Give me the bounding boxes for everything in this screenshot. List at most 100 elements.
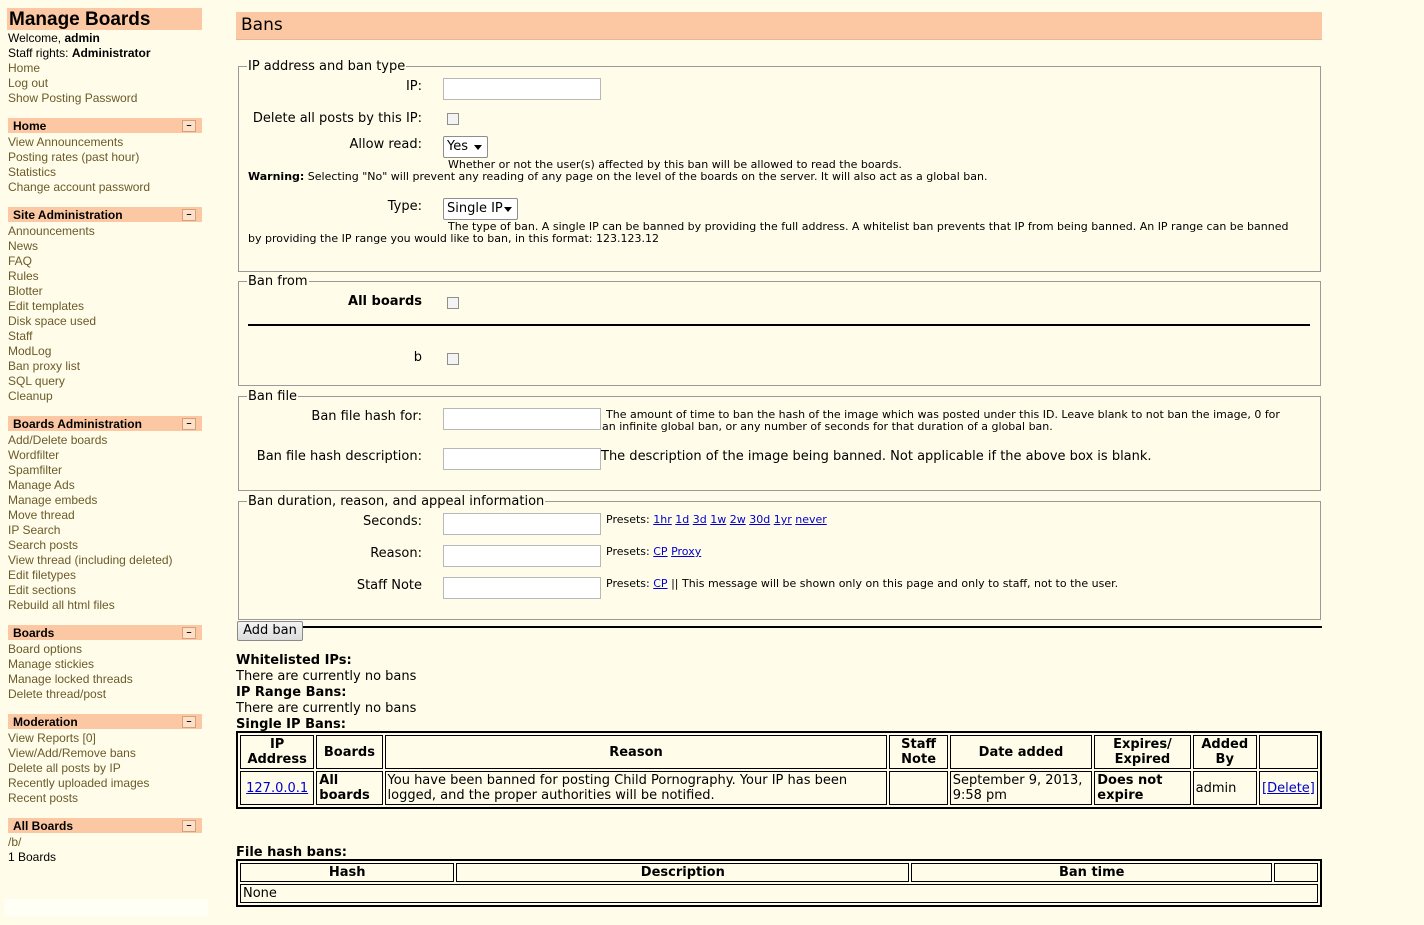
file-hash-bans-table: Hash Description Ban time None [236,859,1322,907]
sidebar-item[interactable]: News [8,239,38,254]
single-ip-bans-table: IP Address Boards Reason Staff Note Date… [236,731,1322,809]
cell-added-by: admin [1192,771,1257,805]
all-boards-checkbox[interactable] [447,297,459,309]
preset-never[interactable]: never [795,513,827,526]
preset-30d[interactable]: 30d [749,513,770,526]
sidebar-item[interactable]: View Reports [0] [8,731,96,746]
sidebar-link-logout[interactable]: Log out [8,76,48,91]
sidebar-item[interactable]: Manage locked threads [8,672,133,687]
preset-cp[interactable]: CP [653,545,667,558]
collapse-icon[interactable]: – [182,820,196,832]
cell-expires: Does not expire [1094,771,1191,805]
sidebar-item[interactable]: Search posts [8,538,78,553]
file-hash-input[interactable] [443,408,601,430]
staff-note-label: Staff Note [356,578,422,593]
col-description: Description [456,863,910,882]
table-row: None [240,884,1318,903]
sidebar-item[interactable]: Statistics [8,165,56,180]
sidebar-link-posting-password[interactable]: Show Posting Password [8,91,137,106]
sidebar-item[interactable]: Delete all posts by IP [8,761,121,776]
collapse-icon[interactable]: – [182,209,196,221]
preset-1hr[interactable]: 1hr [653,513,672,526]
sidebar-item[interactable]: Blotter [8,284,43,299]
sidebar-item[interactable]: Recently uploaded images [8,776,149,791]
sidebar-link-home[interactable]: Home [8,61,40,76]
sidebar-item[interactable]: Recent posts [8,791,78,806]
ip-label: IP: [405,79,422,94]
reason-input[interactable] [443,545,601,567]
board-count: 1 Boards [8,850,57,864]
sidebar-item[interactable]: Edit sections [8,583,76,598]
sidebar-item[interactable]: Staff [8,329,32,344]
staff-note-input[interactable] [443,577,601,599]
sidebar-item[interactable]: Delete thread/post [8,687,106,702]
add-ban-button[interactable]: Add ban [237,621,303,641]
sidebar-item[interactable]: Wordfilter [8,448,59,463]
sidebar-item[interactable]: Manage Ads [8,478,75,493]
sidebar-item[interactable]: Cleanup [8,389,53,404]
staff-note-presets: Presets: CP || This message will be show… [606,577,1119,590]
delete-ban-link[interactable]: [Delete] [1262,781,1315,796]
ban-type-select[interactable]: Single IP [443,198,518,220]
sidebar-item-board-b[interactable]: /b/ [8,835,21,850]
preset-1w[interactable]: 1w [710,513,726,526]
section-header-all-boards[interactable]: All Boards – [8,818,202,833]
section-header-site-administration[interactable]: Site Administration – [8,207,202,222]
sidebar-item[interactable]: Announcements [8,224,95,239]
board-b-label: b [413,350,422,365]
sidebar-item[interactable]: Rebuild all html files [8,598,115,613]
seconds-presets: Presets: 1hr 1d 3d 1w 2w 30d 1yr never [606,513,827,526]
collapse-icon[interactable]: – [182,418,196,430]
sidebar-item[interactable]: View Announcements [8,135,123,150]
sidebar-item[interactable]: Disk space used [8,314,96,329]
delete-posts-checkbox[interactable] [447,113,459,125]
col-reason: Reason [384,735,888,769]
sidebar-item[interactable]: Rules [8,269,39,284]
sidebar-item[interactable]: ModLog [8,344,51,359]
sidebar-item[interactable]: Edit templates [8,299,84,314]
divider [303,626,1322,628]
sidebar-item[interactable]: SQL query [8,374,65,389]
ip-input[interactable] [443,78,601,100]
ban-ip-link[interactable]: 127.0.0.1 [246,781,308,796]
collapse-icon[interactable]: – [182,716,196,728]
sidebar-item[interactable]: Add/Delete boards [8,433,107,448]
section-header-moderation[interactable]: Moderation – [8,714,202,729]
sidebar-item[interactable]: Spamfilter [8,463,62,478]
col-ip-address: IP Address [240,735,315,769]
collapse-icon[interactable]: – [182,627,196,639]
allow-read-label: Allow read: [349,137,423,152]
whitelist-empty: There are currently no bans [236,669,417,684]
sidebar-item[interactable]: Posting rates (past hour) [8,150,139,165]
preset-1d[interactable]: 1d [675,513,689,526]
ban-file-fieldset: Ban file [238,389,1321,491]
range-heading: IP Range Bans: [236,685,347,700]
sidebar-item[interactable]: FAQ [8,254,32,269]
allow-read-select[interactable]: Yes [443,136,488,158]
preset-note-cp[interactable]: CP [653,577,667,590]
collapse-icon[interactable]: – [182,120,196,132]
sidebar-item[interactable]: Manage stickies [8,657,94,672]
sidebar-item[interactable]: Change account password [8,180,150,195]
sidebar-item[interactable]: Manage embeds [8,493,97,508]
section-header-boards[interactable]: Boards – [8,625,202,640]
section-header-home[interactable]: Home – [8,118,202,133]
sidebar-item[interactable]: Board options [8,642,82,657]
section-header-boards-administration[interactable]: Boards Administration – [8,416,202,431]
board-b-checkbox[interactable] [447,353,459,365]
sidebar-item[interactable]: Edit filetypes [8,568,76,583]
seconds-input[interactable] [443,513,601,535]
sidebar-item[interactable]: Move thread [8,508,75,523]
file-hash-description-input[interactable] [443,448,601,470]
sidebar-item[interactable]: View thread (including deleted) [8,553,173,568]
allow-read-warning: Warning: Selecting "No" will prevent any… [248,170,988,183]
cell-reason: You have been banned for posting Child P… [384,771,888,805]
sidebar-item[interactable]: View/Add/Remove bans [8,746,136,761]
sidebar-item[interactable]: IP Search [8,523,60,538]
preset-2w[interactable]: 2w [730,513,746,526]
ban-from-fieldset: Ban from [238,274,1321,386]
preset-1yr[interactable]: 1yr [774,513,792,526]
preset-3d[interactable]: 3d [693,513,707,526]
preset-proxy[interactable]: Proxy [671,545,701,558]
sidebar-item[interactable]: Ban proxy list [8,359,80,374]
